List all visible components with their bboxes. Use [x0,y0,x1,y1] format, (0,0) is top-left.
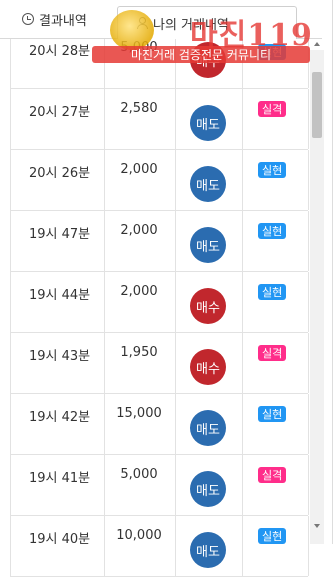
trade-time: 19시 43분 [29,349,91,364]
table-row: 19시 42분 15,000 매도 실현 [10,394,309,455]
column-divider [10,333,11,393]
column-divider [104,150,105,210]
trade-amount: 2,000 [120,223,158,238]
column-divider [242,516,243,576]
result-badge: 실현 [258,528,287,544]
trade-time: 20시 26분 [29,166,91,181]
trade-time: 20시 27분 [29,105,91,120]
trade-amount: 1,950 [120,345,158,360]
table-row: 19시 44분 2,000 매수 실현 [10,272,309,333]
column-divider [308,394,309,454]
scroll-down-arrow-icon[interactable] [314,524,320,528]
trade-time: 19시 42분 [29,410,91,425]
trade-amount: 2,000 [120,284,158,299]
column-divider [104,333,105,393]
column-divider [10,32,11,88]
column-divider [175,211,176,271]
table-row: 20시 26분 2,000 매도 실현 [10,150,309,211]
trade-time: 19시 47분 [29,227,91,242]
column-divider [175,516,176,576]
column-divider [175,455,176,515]
result-badge: 실격 [258,101,287,117]
trade-action-badge: 매수 [190,349,226,385]
result-badge: 실현 [258,223,287,239]
column-divider [242,394,243,454]
trade-action-badge: 매도 [190,471,226,507]
table-row: 19시 40분 10,000 매도 실현 [10,516,309,577]
column-divider [10,89,11,149]
table-row: 19시 47분 2,000 매도 실현 [10,211,309,272]
watermark-caption: 마진거래 검증전문 커뮤니티 [92,46,310,63]
trade-action-badge: 매도 [190,166,226,202]
result-badge: 실격 [258,345,287,361]
trade-action-badge: 매도 [190,532,226,568]
column-divider [104,89,105,149]
table-row: 19시 43분 1,950 매수 실격 [10,333,309,394]
trade-time: 19시 44분 [29,288,91,303]
column-divider [242,333,243,393]
result-badge: 실격 [258,467,287,483]
trade-time: 20시 28분 [29,44,91,59]
column-divider [308,516,309,576]
tab-results-label: 결과내역 [39,13,87,29]
column-divider [104,272,105,332]
result-badge: 실현 [258,284,287,300]
column-divider [10,150,11,210]
column-divider [175,272,176,332]
column-divider [308,455,309,515]
table-row: 20시 27분 2,580 매도 실격 [10,89,309,150]
column-divider [175,89,176,149]
panel-border [332,0,333,544]
scrollbar-thumb[interactable] [312,72,322,138]
column-divider [308,150,309,210]
column-divider [10,455,11,515]
watermark-emblem-icon [110,10,154,50]
trade-amount: 2,000 [120,162,158,177]
column-divider [104,211,105,271]
column-divider [175,394,176,454]
column-divider [104,455,105,515]
column-divider [242,211,243,271]
column-divider [242,150,243,210]
column-divider [104,516,105,576]
watermark: 마진119 마진거래 검증전문 커뮤니티 [88,8,318,68]
trade-amount: 2,580 [120,101,158,116]
trade-time: 19시 41분 [29,471,91,486]
column-divider [308,89,309,149]
column-divider [104,394,105,454]
trade-action-badge: 매도 [190,105,226,141]
trade-action-badge: 매도 [190,227,226,263]
trade-amount: 15,000 [116,406,162,421]
column-divider [242,455,243,515]
trade-action-badge: 매도 [190,410,226,446]
trade-list: 20시 28분5,000매수실현20시 27분2,580매도실격20시 26분2… [10,32,309,577]
clock-icon [22,13,34,25]
column-divider [308,211,309,271]
trade-action-badge: 매수 [190,288,226,324]
column-divider [175,333,176,393]
column-divider [242,89,243,149]
scrollbar[interactable] [310,50,324,544]
column-divider [308,333,309,393]
column-divider [242,272,243,332]
table-row: 19시 41분 5,000 매도 실격 [10,455,309,516]
column-divider [10,394,11,454]
trade-amount: 5,000 [120,467,158,482]
column-divider [175,150,176,210]
column-divider [10,211,11,271]
result-badge: 실현 [258,406,287,422]
trade-amount: 10,000 [116,528,162,543]
column-divider [308,272,309,332]
tab-results[interactable]: 결과내역 [22,4,87,34]
column-divider [10,272,11,332]
result-badge: 실현 [258,162,287,178]
trade-time: 19시 40분 [29,532,91,547]
column-divider [10,516,11,576]
